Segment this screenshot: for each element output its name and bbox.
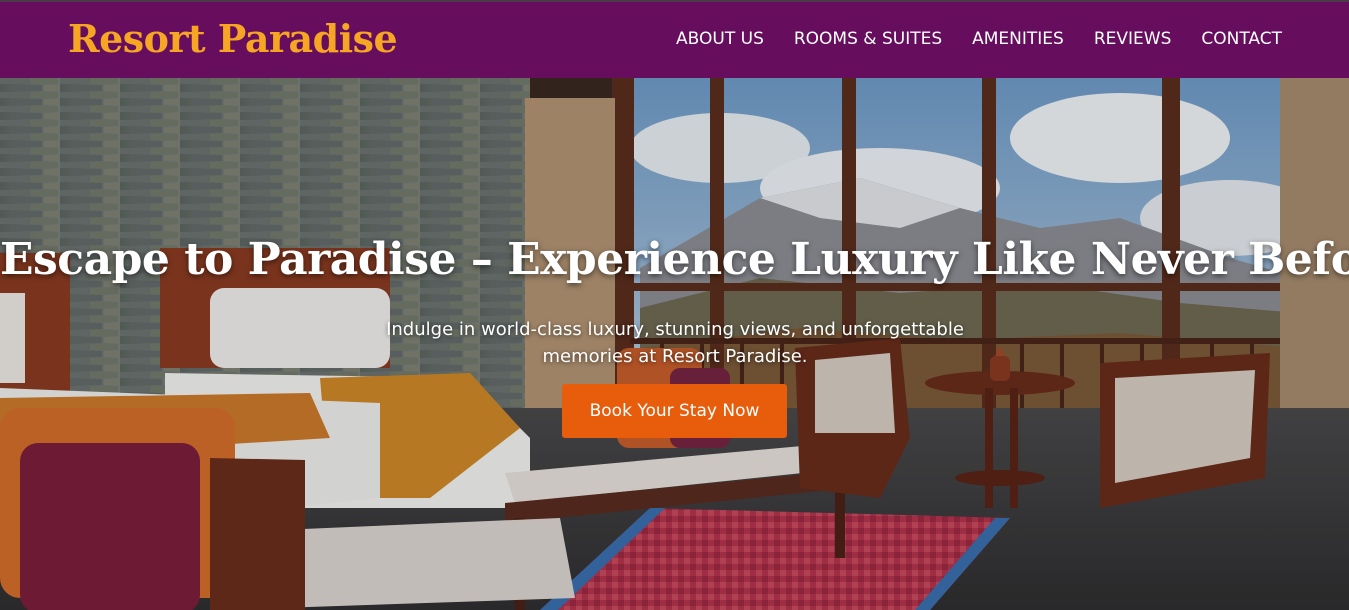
book-your-stay-button[interactable]: Book Your Stay Now	[562, 384, 787, 438]
nav-link-about-us[interactable]: ABOUT US	[676, 29, 764, 49]
hero-subtext: Indulge in world-class luxury, stunning …	[386, 319, 964, 367]
hero-section: Escape to Paradise – Experience Luxury L…	[0, 78, 1349, 610]
nav-link-amenities[interactable]: AMENITIES	[972, 29, 1064, 49]
site-header: Resort Paradise ABOUT US ROOMS & SUITES …	[0, 0, 1349, 78]
hero-headline: Escape to Paradise – Experience Luxury L…	[0, 234, 1349, 285]
nav-link-contact[interactable]: CONTACT	[1201, 29, 1282, 49]
nav-link-reviews[interactable]: REVIEWS	[1094, 29, 1172, 49]
main-nav: ABOUT US ROOMS & SUITES AMENITIES REVIEW…	[676, 29, 1282, 49]
nav-link-rooms-suites[interactable]: ROOMS & SUITES	[794, 29, 942, 49]
brand-logo[interactable]: Resort Paradise	[68, 16, 398, 61]
